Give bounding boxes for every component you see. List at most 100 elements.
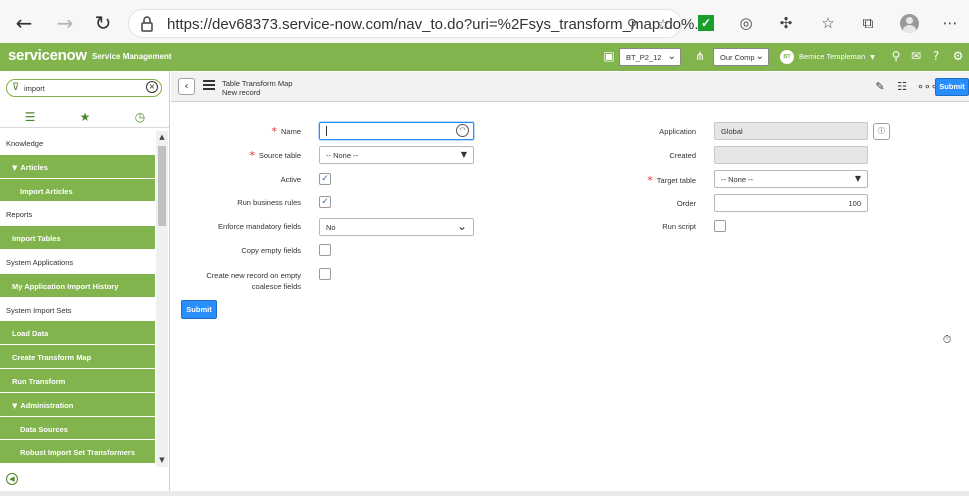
- navigator-item[interactable]: Load Data: [0, 321, 155, 346]
- navigator-item-label: System Applications: [6, 257, 74, 267]
- collapse-navigator-icon[interactable]: ◀: [6, 473, 18, 485]
- chevron-down-icon: ⌄: [667, 51, 676, 62]
- application-info-icon[interactable]: ⓘ: [873, 123, 890, 140]
- context-menu-icon[interactable]: [203, 80, 215, 90]
- servicenow-logo[interactable]: servicenow: [8, 47, 87, 64]
- user-avatar[interactable]: BT: [780, 50, 794, 64]
- scroll-down-icon[interactable]: ▼: [158, 456, 166, 464]
- order-label: Order: [676, 199, 696, 208]
- navigator-item-label: Import Tables: [12, 234, 61, 244]
- navigator-item[interactable]: My Application Import History: [0, 273, 155, 298]
- favorites-tab-star-icon[interactable]: ★: [77, 110, 93, 124]
- collections-icon[interactable]: ⧉: [858, 13, 878, 33]
- text-cursor: [326, 126, 327, 136]
- help-icon[interactable]: ?: [928, 48, 944, 64]
- navigator-item-label: Import Articles: [20, 186, 73, 196]
- navigator-item[interactable]: Import Articles: [0, 178, 155, 203]
- all-applications-tab-icon[interactable]: ☰: [22, 110, 38, 124]
- scroll-thumb[interactable]: [158, 146, 166, 226]
- enforce-mandatory-select[interactable]: No ⌄: [319, 218, 474, 236]
- stopwatch-icon[interactable]: ⏱: [940, 333, 954, 347]
- navigator-item-label: Load Data: [12, 329, 49, 339]
- servicenow-header: servicenow Service Management ▣ BT_P2_12…: [0, 43, 969, 71]
- search-icon[interactable]: ⚲: [888, 48, 904, 64]
- created-label: Created: [669, 151, 696, 160]
- application-navigator: ⊽ import × ☰ ★ ◷ Knowledge ▼ Articles Impor…: [0, 71, 170, 496]
- back-arrow-icon[interactable]: ←: [12, 11, 36, 35]
- clear-filter-icon[interactable]: ×: [146, 81, 158, 93]
- scroll-up-icon[interactable]: ▲: [158, 133, 166, 141]
- application-field: Global: [714, 122, 868, 140]
- run-business-rules-label: Run business rules: [237, 198, 301, 207]
- run-business-rules-checkbox[interactable]: ✓: [319, 196, 331, 208]
- settings-gear-icon[interactable]: ⚙: [950, 48, 966, 64]
- application-value: Global: [721, 127, 743, 136]
- navigator-item[interactable]: Knowledge: [0, 131, 155, 155]
- extension-circle-icon[interactable]: ◎: [736, 13, 756, 33]
- extension-check-icon[interactable]: ✓: [698, 15, 714, 31]
- history-tab-clock-icon[interactable]: ◷: [132, 110, 148, 124]
- chevron-down-icon: ⌄: [456, 219, 467, 233]
- zoom-icon[interactable]: ⚲: [623, 16, 641, 34]
- navigator-item[interactable]: Run Transform: [0, 368, 155, 393]
- order-input[interactable]: 100: [714, 194, 868, 212]
- more-options-icon[interactable]: ⋯: [940, 13, 960, 33]
- active-checkbox[interactable]: ✓: [319, 173, 331, 185]
- company-select[interactable]: Our Comp ⌄: [713, 48, 769, 66]
- extensions-puzzle-icon[interactable]: ✣: [776, 13, 796, 33]
- navigator-item-label: Data Sources: [20, 424, 68, 434]
- source-table-label-text: Source table: [258, 151, 301, 160]
- navigator-item-label: Knowledge: [6, 139, 44, 148]
- navigator-item-label: Create Transform Map: [12, 353, 92, 363]
- run-script-checkbox[interactable]: [714, 220, 726, 232]
- navigator-item[interactable]: System Applications: [0, 249, 155, 274]
- order-value: 100: [848, 199, 861, 208]
- navigator-module-list: Knowledge ▼ Articles Import Articles Reports…: [0, 131, 155, 467]
- update-set-select[interactable]: BT_P2_12 ⌄: [619, 48, 681, 66]
- source-table-select[interactable]: -- None -- ▼: [319, 146, 474, 164]
- run-script-label: Run script: [662, 222, 696, 231]
- target-table-label: * Target table: [600, 173, 696, 187]
- expand-caret-icon[interactable]: ▼: [12, 164, 17, 172]
- dropdown-caret-icon: ▼: [460, 150, 467, 159]
- navigator-item-label: System Import Sets: [6, 305, 72, 315]
- name-label-text: Name: [280, 127, 301, 136]
- horizontal-scrollbar[interactable]: [0, 491, 969, 496]
- navigator-item-label: Robust Import Set Transformers: [20, 448, 136, 458]
- back-button[interactable]: ‹: [178, 78, 195, 95]
- forward-arrow-icon[interactable]: →: [53, 11, 77, 35]
- app-title: Service Management: [92, 52, 172, 61]
- navigator-scrollbar[interactable]: ▲ ▼: [156, 131, 168, 467]
- chat-icon[interactable]: ✉: [908, 48, 924, 64]
- copy-empty-checkbox[interactable]: [319, 244, 331, 256]
- navigator-item[interactable]: Data Sources: [0, 416, 155, 441]
- address-bar[interactable]: https://dev68373.service-now.com/nav_to.…: [128, 9, 707, 38]
- expand-caret-icon[interactable]: ▼: [12, 402, 17, 410]
- navigator-item[interactable]: Create Transform Map: [0, 345, 155, 369]
- submit-button-header[interactable]: Submit: [935, 78, 969, 96]
- more-options-icon[interactable]: ∘∘∘: [917, 80, 938, 94]
- profile-avatar-icon[interactable]: [900, 14, 919, 33]
- navigator-item[interactable]: Reports: [0, 202, 155, 227]
- autofill-icon[interactable]: ◠: [456, 124, 469, 137]
- navigator-item[interactable]: System Import Sets: [0, 297, 155, 322]
- personalize-form-icon[interactable]: ☷: [895, 80, 909, 94]
- favorite-star-icon[interactable]: ☆: [654, 16, 672, 34]
- create-new-checkbox[interactable]: [319, 268, 331, 280]
- refresh-icon[interactable]: ↻: [91, 11, 115, 35]
- navigator-item[interactable]: Robust Import Set Transformers: [0, 440, 155, 465]
- favorites-icon[interactable]: ☆: [818, 13, 838, 33]
- required-asterisk-icon: *: [249, 149, 255, 162]
- create-new-label-line2: coalesce fields: [251, 282, 301, 291]
- navigator-item[interactable]: ▼ Articles: [0, 154, 155, 179]
- target-table-select[interactable]: -- None -- ▼: [714, 170, 868, 188]
- attachment-paperclip-icon[interactable]: ✎: [873, 80, 887, 94]
- navigator-filter-input[interactable]: ⊽ import ×: [6, 79, 162, 97]
- caret-down-icon: ▼: [870, 54, 875, 61]
- submit-button[interactable]: Submit: [181, 300, 217, 319]
- navigator-item[interactable]: ▼ Administration: [0, 392, 155, 417]
- navigator-item[interactable]: Import Tables: [0, 226, 155, 250]
- user-menu[interactable]: Bernice Templeman ▼: [799, 52, 875, 61]
- name-input[interactable]: ◠: [319, 122, 474, 140]
- navigator-item-label: My Application Import History: [12, 281, 119, 291]
